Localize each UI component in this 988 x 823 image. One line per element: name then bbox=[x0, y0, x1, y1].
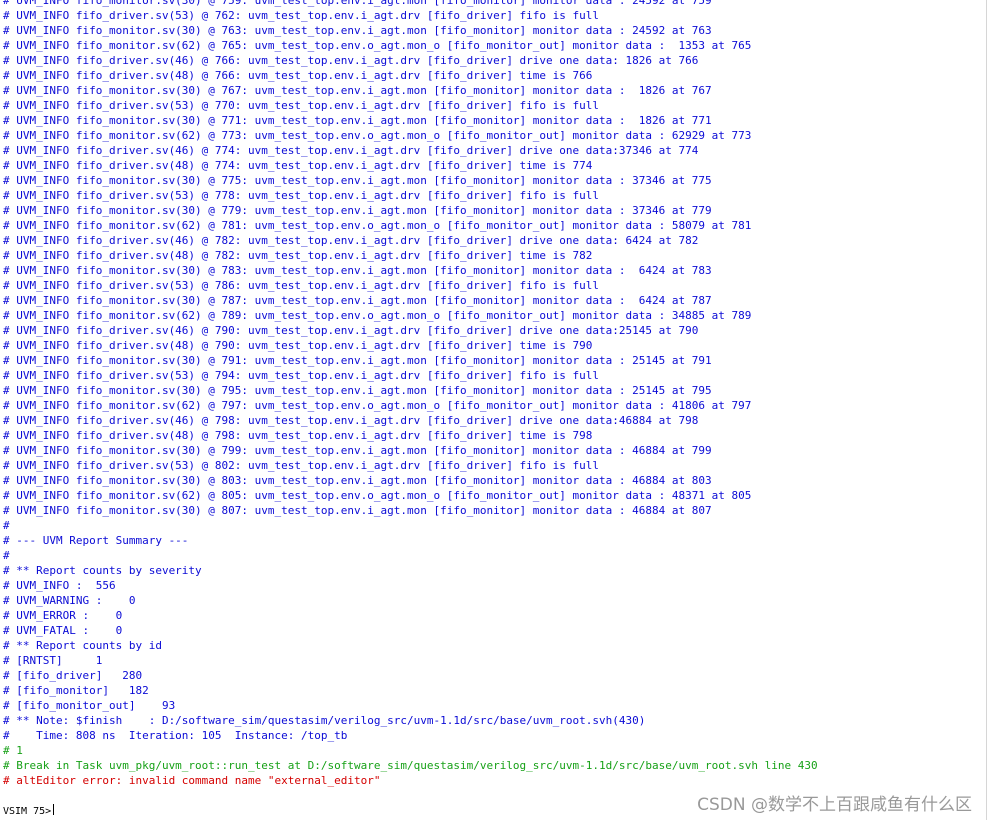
transcript-line: # UVM_INFO fifo_monitor.sv(30) @ 807: uv… bbox=[3, 504, 712, 517]
transcript-line: # ** Report counts by id bbox=[3, 639, 162, 652]
transcript-line: # UVM_INFO fifo_driver.sv(48) @ 774: uvm… bbox=[3, 159, 593, 172]
transcript-line: # UVM_INFO fifo_driver.sv(53) @ 762: uvm… bbox=[3, 9, 600, 22]
transcript-line: # ** Note: $finish : D:/software_sim/que… bbox=[3, 714, 646, 727]
transcript-lines: # UVM_INFO fifo_monitor.sv(30) @ 759: uv… bbox=[3, 0, 818, 803]
transcript-line: # UVM_INFO fifo_monitor.sv(30) @ 795: uv… bbox=[3, 384, 712, 397]
transcript-line: # UVM_INFO fifo_driver.sv(53) @ 794: uvm… bbox=[3, 369, 600, 382]
transcript-line: # 1 bbox=[3, 744, 23, 757]
transcript-line: # UVM_INFO fifo_monitor.sv(62) @ 789: uv… bbox=[3, 309, 752, 322]
transcript-line: # UVM_INFO fifo_monitor.sv(30) @ 791: uv… bbox=[3, 354, 712, 367]
transcript-line: # --- UVM Report Summary --- bbox=[3, 534, 189, 547]
transcript-line: # UVM_INFO fifo_driver.sv(48) @ 766: uvm… bbox=[3, 69, 593, 82]
transcript-line: # ** Report counts by severity bbox=[3, 564, 202, 577]
transcript-line: # Time: 808 ns Iteration: 105 Instance: … bbox=[3, 729, 348, 742]
transcript-line: # UVM_WARNING : 0 bbox=[3, 594, 136, 607]
transcript-line: # UVM_INFO fifo_monitor.sv(30) @ 799: uv… bbox=[3, 444, 712, 457]
prompt-label: VSIM 75> bbox=[3, 806, 52, 817]
transcript-line: # UVM_INFO fifo_driver.sv(48) @ 798: uvm… bbox=[3, 429, 593, 442]
transcript-line: # UVM_INFO : 556 bbox=[3, 579, 116, 592]
transcript-line: # UVM_INFO fifo_monitor.sv(30) @ 783: uv… bbox=[3, 264, 712, 277]
transcript-line: # UVM_INFO fifo_driver.sv(53) @ 770: uvm… bbox=[3, 99, 600, 112]
transcript-line: # UVM_INFO fifo_driver.sv(48) @ 790: uvm… bbox=[3, 339, 593, 352]
transcript-line: # UVM_INFO fifo_monitor.sv(30) @ 759: uv… bbox=[3, 0, 712, 7]
transcript-line: # UVM_INFO fifo_monitor.sv(30) @ 803: uv… bbox=[3, 474, 712, 487]
watermark: CSDN @数学不上百跟咸鱼有什么区 bbox=[697, 795, 972, 815]
command-prompt[interactable]: VSIM 75> bbox=[3, 804, 55, 819]
transcript-line: # UVM_FATAL : 0 bbox=[3, 624, 123, 637]
transcript-line: # UVM_INFO fifo_driver.sv(53) @ 778: uvm… bbox=[3, 189, 600, 202]
transcript-line: # UVM_INFO fifo_monitor.sv(30) @ 763: uv… bbox=[3, 24, 712, 37]
transcript-line: # altEditor error: invalid command name … bbox=[3, 774, 381, 787]
transcript-line: # UVM_INFO fifo_driver.sv(48) @ 782: uvm… bbox=[3, 249, 593, 262]
transcript-line: # UVM_INFO fifo_monitor.sv(30) @ 775: uv… bbox=[3, 174, 712, 187]
transcript-line: # [fifo_driver] 280 bbox=[3, 669, 143, 682]
transcript-line: # UVM_INFO fifo_driver.sv(53) @ 802: uvm… bbox=[3, 459, 600, 472]
transcript-line: # UVM_INFO fifo_monitor.sv(62) @ 797: uv… bbox=[3, 399, 752, 412]
transcript-line: # UVM_INFO fifo_monitor.sv(30) @ 767: uv… bbox=[3, 84, 712, 97]
transcript-line: # [RNTST] 1 bbox=[3, 654, 103, 667]
transcript-line: # UVM_ERROR : 0 bbox=[3, 609, 123, 622]
transcript-line: # UVM_INFO fifo_monitor.sv(62) @ 765: uv… bbox=[3, 39, 752, 52]
transcript-line bbox=[3, 788, 818, 803]
transcript-line: # UVM_INFO fifo_monitor.sv(30) @ 787: uv… bbox=[3, 294, 712, 307]
transcript-line: # UVM_INFO fifo_driver.sv(46) @ 790: uvm… bbox=[3, 324, 699, 337]
transcript-line: # Break in Task uvm_pkg/uvm_root::run_te… bbox=[3, 759, 818, 772]
transcript-line: # [fifo_monitor_out] 93 bbox=[3, 699, 176, 712]
transcript-line: # bbox=[3, 519, 10, 532]
transcript-line: # UVM_INFO fifo_monitor.sv(62) @ 805: uv… bbox=[3, 489, 752, 502]
transcript-line: # bbox=[3, 549, 10, 562]
transcript-line: # UVM_INFO fifo_monitor.sv(62) @ 773: uv… bbox=[3, 129, 752, 142]
transcript-line: # UVM_INFO fifo_driver.sv(46) @ 766: uvm… bbox=[3, 54, 699, 67]
transcript-line: # UVM_INFO fifo_monitor.sv(62) @ 781: uv… bbox=[3, 219, 752, 232]
transcript-line: # UVM_INFO fifo_monitor.sv(30) @ 779: uv… bbox=[3, 204, 712, 217]
text-cursor bbox=[53, 804, 55, 815]
transcript-line: # UVM_INFO fifo_monitor.sv(30) @ 771: uv… bbox=[3, 114, 712, 127]
transcript-line: # UVM_INFO fifo_driver.sv(53) @ 786: uvm… bbox=[3, 279, 600, 292]
transcript-line: # UVM_INFO fifo_driver.sv(46) @ 774: uvm… bbox=[3, 144, 699, 157]
transcript-line: # UVM_INFO fifo_driver.sv(46) @ 782: uvm… bbox=[3, 234, 699, 247]
transcript-pane[interactable]: # UVM_INFO fifo_monitor.sv(30) @ 759: uv… bbox=[0, 0, 987, 820]
transcript-line: # [fifo_monitor] 182 bbox=[3, 684, 149, 697]
transcript-line: # UVM_INFO fifo_driver.sv(46) @ 798: uvm… bbox=[3, 414, 699, 427]
